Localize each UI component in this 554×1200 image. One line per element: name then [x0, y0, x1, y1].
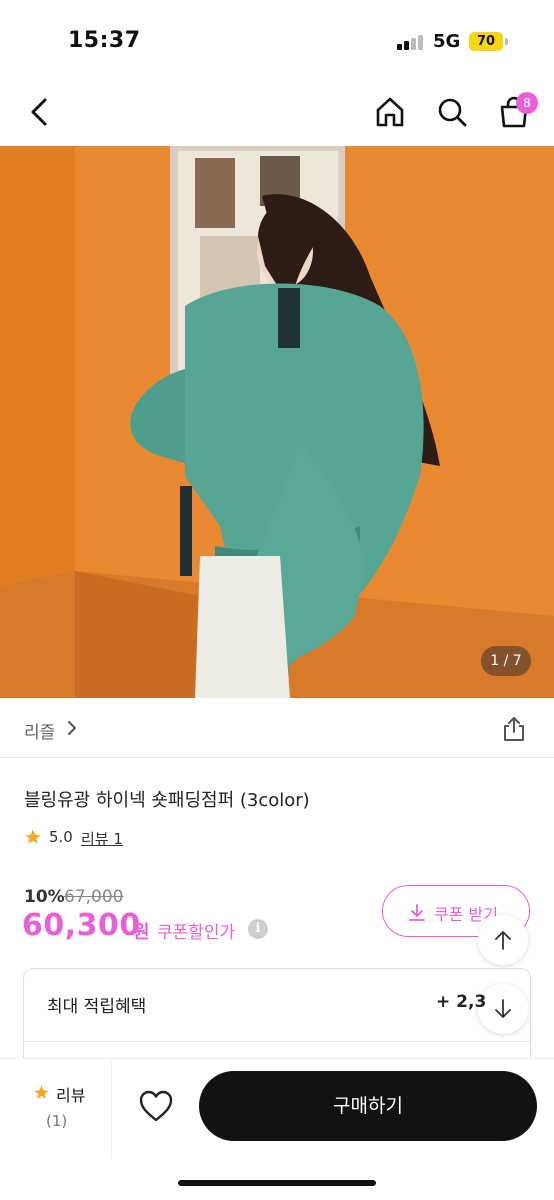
heart-icon[interactable]	[138, 1089, 174, 1123]
network-type: 5G	[433, 31, 461, 52]
image-counter: 1 / 7	[481, 646, 531, 676]
arrow-up-icon	[495, 931, 511, 950]
home-icon[interactable]	[372, 94, 408, 130]
coupon-discount-label: 쿠폰할인가	[157, 923, 236, 943]
share-icon[interactable]	[500, 715, 528, 743]
seller-name[interactable]: 리즐	[24, 718, 55, 743]
download-icon	[409, 904, 425, 921]
review-tab-label: 리뷰	[56, 1086, 86, 1105]
star-icon	[33, 1084, 50, 1101]
star-icon	[24, 828, 42, 846]
nav-bar	[0, 80, 554, 146]
discount-rate: 10%	[24, 887, 65, 907]
info-icon[interactable]: i	[248, 919, 268, 939]
search-icon[interactable]	[434, 94, 470, 130]
buy-button[interactable]: 구매하기	[199, 1071, 537, 1141]
battery-tip	[505, 38, 508, 45]
review-tab[interactable]: 리뷰 (1)	[0, 1059, 112, 1159]
status-time: 15:37	[68, 28, 141, 53]
divider	[24, 1041, 530, 1042]
chevron-right-icon[interactable]	[66, 720, 78, 736]
review-link[interactable]: 리뷰 1	[81, 828, 123, 849]
seller-row: 리즐	[0, 698, 554, 758]
product-image[interactable]	[0, 146, 554, 698]
signal-icon	[397, 34, 425, 50]
currency-label: 원	[133, 922, 150, 943]
product-title: 블링유광 하이넥 숏패딩점퍼 (3color)	[24, 790, 310, 811]
sale-price: 60,300	[22, 908, 141, 943]
bottom-action-bar: 리뷰 (1) 구매하기	[0, 1058, 554, 1200]
benefit-value: + 2,3	[436, 992, 487, 1012]
rating-score: 5.0	[49, 828, 73, 846]
battery-icon: 70	[469, 32, 503, 51]
original-price: 67,000	[64, 887, 124, 907]
review-tab-count: (1)	[46, 1112, 68, 1130]
status-bar: 15:37 5G 70	[0, 0, 554, 80]
benefit-label: 최대 적립혜택	[47, 997, 147, 1017]
back-arrow-icon[interactable]	[22, 94, 58, 130]
scroll-top-button[interactable]	[478, 915, 528, 965]
home-indicator	[178, 1180, 376, 1186]
cart-count-badge: 8	[516, 92, 538, 114]
